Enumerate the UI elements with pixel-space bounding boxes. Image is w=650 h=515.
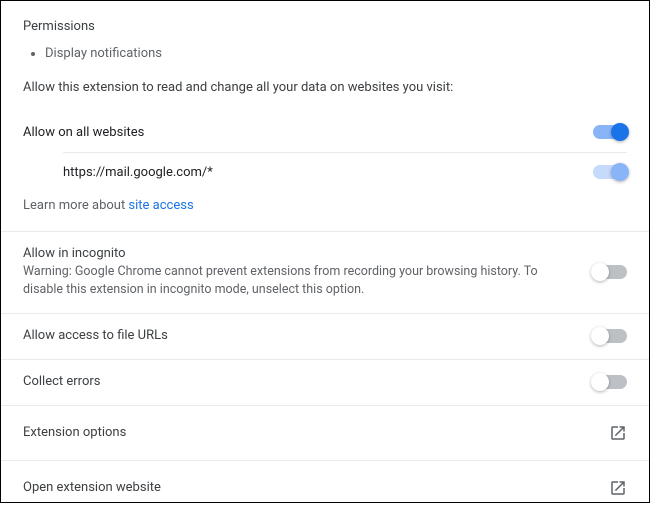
collect-errors-toggle[interactable] [593, 375, 627, 389]
learn-more-text: Learn more about site access [23, 198, 627, 213]
site-access-description: Allow this extension to read and change … [23, 80, 627, 95]
collect-errors-row: Collect errors [1, 359, 649, 405]
allow-file-urls-toggle[interactable] [593, 329, 627, 343]
site-url: https://mail.google.com/* [63, 165, 213, 180]
site-toggle[interactable] [593, 165, 627, 179]
permission-item: Display notifications [45, 44, 627, 64]
extension-options-label: Extension options [23, 425, 126, 440]
allow-incognito-title: Allow in incognito [23, 246, 573, 261]
site-row: https://mail.google.com/* [63, 153, 627, 192]
permissions-heading: Permissions [23, 19, 627, 34]
allow-all-websites-label: Allow on all websites [23, 125, 144, 140]
allow-file-urls-row: Allow access to file URLs [1, 313, 649, 359]
allow-incognito-toggle[interactable] [593, 265, 627, 279]
permissions-list: Display notifications [23, 44, 627, 64]
open-in-new-icon [609, 424, 627, 442]
allow-file-urls-title: Allow access to file URLs [23, 328, 573, 343]
allow-incognito-row: Allow in incognito Warning: Google Chrom… [1, 231, 649, 313]
open-extension-website-row[interactable]: Open extension website [1, 460, 649, 515]
allow-all-websites-row: Allow on all websites [23, 113, 627, 152]
site-access-link[interactable]: site access [128, 198, 193, 213]
open-in-new-icon [609, 479, 627, 497]
open-extension-website-label: Open extension website [23, 480, 161, 495]
allow-all-websites-toggle[interactable] [593, 125, 627, 139]
extension-options-row[interactable]: Extension options [1, 405, 649, 460]
learn-more-prefix: Learn more about [23, 198, 128, 213]
collect-errors-title: Collect errors [23, 374, 573, 389]
allow-incognito-desc: Warning: Google Chrome cannot prevent ex… [23, 263, 573, 299]
